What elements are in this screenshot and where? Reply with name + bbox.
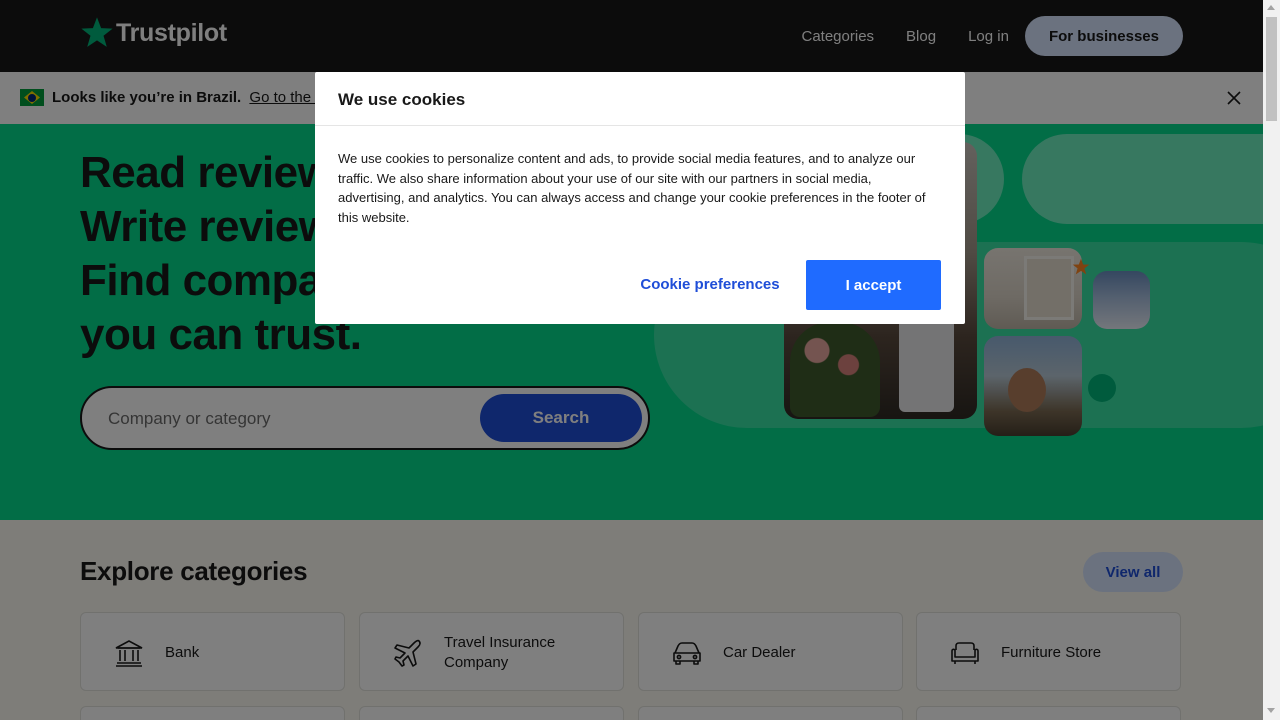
page: Trustpilot Categories Blog Log in For bu… xyxy=(0,0,1263,720)
scroll-up-arrow-icon[interactable] xyxy=(1267,5,1275,10)
scroll-down-arrow-icon[interactable] xyxy=(1267,708,1275,713)
dialog-header: We use cookies xyxy=(315,72,965,126)
dialog-body: We use cookies to personalize content an… xyxy=(338,151,926,225)
dialog-title: We use cookies xyxy=(338,90,466,109)
scrollbar-thumb[interactable] xyxy=(1266,17,1277,121)
vertical-scrollbar[interactable] xyxy=(1263,0,1280,720)
cookie-preferences-button[interactable]: Cookie preferences xyxy=(625,260,795,308)
accept-cookies-button[interactable]: I accept xyxy=(806,260,941,310)
cookie-consent-dialog: We use cookies We use cookies to persona… xyxy=(315,72,965,324)
